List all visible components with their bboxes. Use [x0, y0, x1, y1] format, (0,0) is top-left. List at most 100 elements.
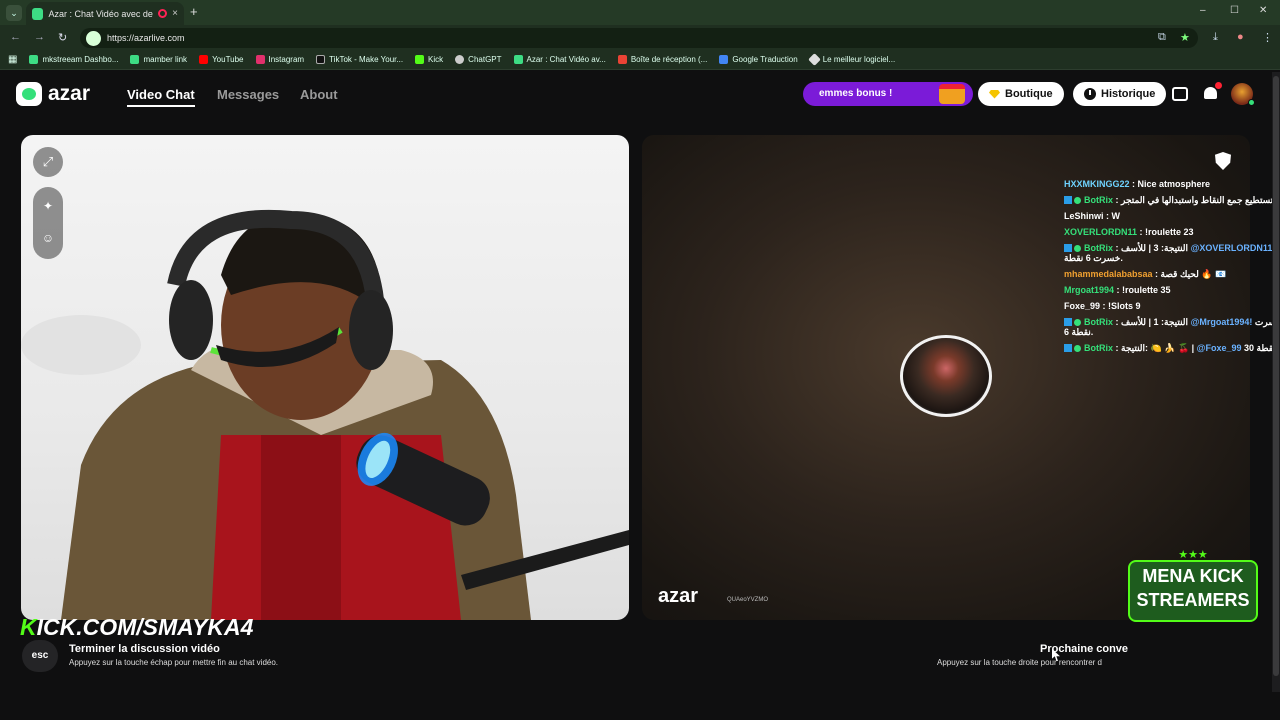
esc-key[interactable]: esc	[22, 640, 58, 672]
bookmark-chatgpt[interactable]: ChatGPT	[455, 55, 502, 64]
bell-icon[interactable]	[1202, 82, 1222, 103]
bookmark-label: YouTube	[212, 55, 244, 64]
expand-icon[interactable]: ⤢	[33, 147, 63, 177]
maximize-button[interactable]: ☐	[1230, 5, 1239, 16]
bonus-banner[interactable]: emmes bonus !	[803, 82, 973, 106]
recording-icon	[158, 9, 168, 18]
chat-text: : النتيجة: 1 | للأسف	[1113, 317, 1191, 327]
translate-icon	[719, 55, 729, 64]
bookmark-label: Kick	[428, 55, 444, 64]
bookmark-gmail[interactable]: Boîte de réception (...	[617, 55, 707, 64]
chat-message: mhammedalababsaa : لحيك قصة 🔥 📧	[1064, 266, 1280, 282]
apps-grid-icon[interactable]: ▦	[8, 54, 17, 65]
site-info-icon[interactable]	[86, 30, 101, 46]
partner-avatar	[900, 335, 992, 417]
back-icon[interactable]: ←	[10, 31, 21, 43]
bonus-label: emmes bonus !	[819, 88, 893, 99]
magic-wand-icon[interactable]: ✦	[33, 199, 63, 213]
bookmark-logiciel[interactable]: Le meilleur logiciel...	[807, 53, 895, 66]
verified-dot-icon	[1074, 197, 1081, 204]
self-camera-feed	[21, 209, 629, 620]
chat-username: BotRix	[1084, 243, 1113, 253]
scrollbar-thumb[interactable]	[1273, 76, 1279, 676]
install-app-icon[interactable]: ⧉	[1158, 31, 1166, 44]
bookmark-azar[interactable]: Azar : Chat Vidéo av...	[513, 55, 606, 64]
chat-text: : !roulette 23	[1137, 227, 1194, 237]
historique-button[interactable]: Historique	[1073, 82, 1167, 106]
chat-message: BotRix : الرسائل تستطيع جمع النقاط واستب…	[1064, 192, 1280, 208]
close-window-button[interactable]: ✕	[1259, 5, 1267, 16]
bookmark-google-translate[interactable]: Google Traduction	[719, 55, 798, 64]
report-shield-icon[interactable]	[1215, 152, 1231, 170]
bot-badge-icon	[1064, 196, 1072, 204]
mena-kick-badge: ★★★ MENA KICK STREAMERS	[1128, 549, 1258, 624]
bookmark-youtube[interactable]: YouTube	[199, 55, 244, 64]
boutique-button[interactable]: Boutique	[978, 82, 1064, 106]
profile-icon[interactable]: ●	[1237, 31, 1244, 43]
chat-message: XOVERLORDN11 : !roulette 23	[1064, 224, 1280, 240]
bookmark-favicon-icon	[29, 55, 39, 64]
bookmark-mkstreeam[interactable]: mkstreeam Dashbo...	[29, 55, 118, 64]
kick-channel-overlay: KICK.COM/SMAYKA4	[20, 614, 253, 641]
azar-favicon-icon	[32, 7, 44, 20]
bookmark-instagram[interactable]: Instagram	[255, 55, 305, 64]
tab-close-icon[interactable]: ×	[172, 8, 178, 19]
page-scrollbar[interactable]	[1272, 72, 1280, 692]
notification-badge	[1215, 82, 1222, 89]
downloads-icon[interactable]: ⤓	[1213, 31, 1218, 44]
azar-watermark: azar	[658, 585, 699, 607]
bot-badge-icon	[1064, 344, 1072, 352]
browser-nav-bar: ← → ↻ https://azarlive.com ⧉ ★ ⤓ ● ⋮	[0, 25, 1280, 50]
face-filter-icon[interactable]: ☺	[33, 231, 63, 245]
chat-username: BotRix	[1084, 195, 1113, 205]
browser-menu-icon[interactable]: ⋮	[1262, 31, 1273, 44]
azar-logo[interactable]: azar	[16, 82, 90, 106]
bot-badge-icon	[1064, 244, 1072, 252]
chat-mention: @XOVERLORDN11!	[1190, 243, 1276, 253]
nav-messages[interactable]: Messages	[217, 87, 279, 102]
bot-badge-icon	[1064, 318, 1072, 326]
user-avatar[interactable]	[1231, 83, 1255, 106]
bookmark-label: Instagram	[268, 55, 305, 64]
bookmark-mamber-link[interactable]: mamber link	[130, 55, 187, 64]
chat-message: LeShinwi : W	[1064, 208, 1280, 224]
chat-text: : Nice atmosphere	[1129, 179, 1211, 189]
tab-search-icon[interactable]: ⌄	[6, 5, 22, 21]
chat-text: : النتيجة: 🍋 🍌 🍒 |	[1113, 343, 1197, 353]
chat-mention: @Mrgoat1994!	[1190, 317, 1253, 327]
bookmark-label: mamber link	[143, 55, 188, 64]
verified-dot-icon	[1074, 319, 1081, 326]
url-text: https://azarlive.com	[107, 33, 185, 43]
bookmark-kick[interactable]: Kick	[415, 55, 443, 64]
bookmark-favicon-icon	[130, 55, 140, 64]
browser-tab-azar[interactable]: Azar : Chat Vidéo avec de n ×	[26, 2, 184, 25]
instagram-icon	[255, 55, 265, 64]
chat-message: Foxe_99 : !Slots 9	[1064, 298, 1280, 314]
chat-text: : W	[1103, 211, 1121, 221]
bookmark-label: Google Traduction	[732, 55, 798, 64]
chat-username: Mrgoat1994	[1064, 285, 1115, 295]
bookmark-label: mkstreeam Dashbo...	[42, 55, 119, 64]
verified-dot-icon	[1074, 345, 1081, 352]
boutique-label: Boutique	[1005, 88, 1053, 100]
gem-icon	[989, 89, 1000, 99]
reload-icon[interactable]: ↻	[58, 31, 67, 44]
tiktok-icon	[316, 55, 326, 64]
nav-about[interactable]: About	[300, 87, 338, 102]
chat-message: BotRix : النتيجة: 🍋 🍌 🍒 | @Foxe_99 30 نق…	[1064, 340, 1280, 356]
nav-video-chat[interactable]: Video Chat	[127, 87, 195, 107]
new-tab-button[interactable]: +	[190, 4, 198, 19]
chat-text: : !Slots 9	[1100, 301, 1141, 311]
address-bar[interactable]: https://azarlive.com	[80, 28, 1198, 48]
chat-message: HXXMKINGG22 : Nice atmosphere	[1064, 176, 1280, 192]
minimize-button[interactable]: –	[1200, 5, 1206, 16]
forward-icon[interactable]: →	[34, 31, 45, 43]
inbox-icon[interactable]	[1172, 87, 1188, 101]
bookmark-tiktok[interactable]: TikTok - Make Your...	[316, 55, 403, 64]
badge-line-1: MENA KICK	[1142, 566, 1244, 586]
badge-stars: ★★★	[1178, 549, 1208, 561]
logo-text: azar	[48, 82, 91, 105]
bookmark-star-icon[interactable]: ★	[1180, 31, 1190, 44]
online-indicator	[1248, 99, 1255, 106]
bookmarks-bar: ▦ mkstreeam Dashbo... mamber link YouTub…	[0, 50, 1280, 70]
